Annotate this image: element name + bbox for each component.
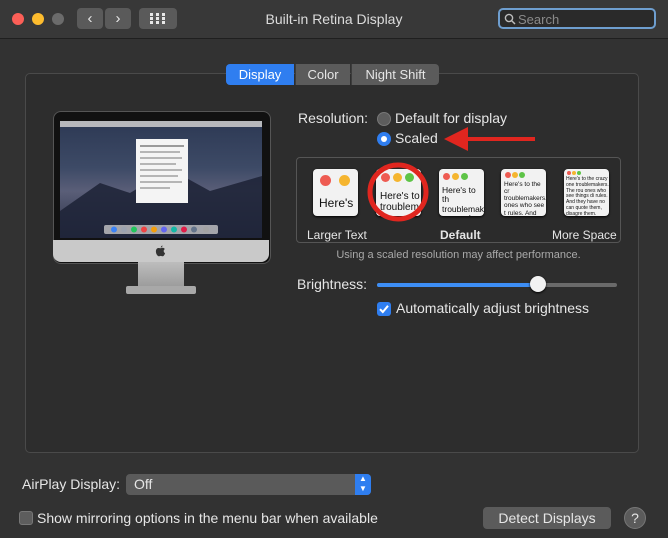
scale-label-more-space: More Space (552, 228, 617, 242)
annotation-arrow-icon (444, 127, 535, 151)
help-button[interactable]: ? (624, 507, 646, 529)
airplay-display-label: AirPlay Display: (22, 476, 121, 492)
up-down-chevron-icon: ▲ ▼ (355, 474, 371, 495)
imac-chin (53, 240, 269, 262)
scale-label-larger-text: Larger Text (307, 228, 367, 242)
auto-brightness-label[interactable]: Automatically adjust brightness (396, 300, 589, 316)
apple-logo-icon (155, 245, 166, 257)
annotation-circle-icon (367, 162, 429, 222)
radio-default-for-display[interactable] (377, 112, 391, 126)
scaled-option-4[interactable]: Here's to the cr troublemakers. ones who… (501, 169, 546, 216)
imac-screen (60, 121, 262, 238)
scaled-option-more-space[interactable]: Here's to the crazy one troublemakers. T… (564, 169, 609, 216)
mirroring-options-checkbox[interactable] (19, 511, 33, 525)
scale-label-default: Default (440, 228, 481, 242)
radio-scaled[interactable] (377, 132, 391, 146)
tab-night-shift[interactable]: Night Shift (351, 64, 439, 85)
desktop-wallpaper (60, 121, 262, 238)
brightness-label: Brightness: (297, 276, 368, 292)
brightness-slider-fill (377, 283, 538, 287)
mirroring-options-label[interactable]: Show mirroring options in the menu bar w… (37, 510, 378, 526)
tab-color[interactable]: Color (295, 64, 350, 85)
imac-stand-base (126, 286, 196, 294)
airplay-display-value: Off (134, 476, 153, 492)
imac-stand (138, 262, 184, 288)
auto-brightness-checkbox[interactable] (377, 302, 391, 316)
scaled-option-larger-text[interactable]: Here's (313, 169, 358, 216)
scaled-option-default[interactable]: Here's to th troublemak ones who se (439, 169, 484, 216)
search-field[interactable]: Search (498, 8, 656, 29)
search-placeholder: Search (518, 12, 560, 27)
brightness-slider-knob[interactable] (529, 276, 546, 292)
resolution-label: Resolution: (298, 110, 369, 126)
airplay-display-select[interactable]: Off ▲ ▼ (126, 474, 371, 495)
checkmark-icon (379, 305, 389, 314)
detect-displays-button[interactable]: Detect Displays (483, 507, 611, 529)
tab-display[interactable]: Display (226, 64, 294, 85)
radio-scaled-label[interactable]: Scaled (395, 130, 438, 146)
scaled-performance-note: Using a scaled resolution may affect per… (336, 249, 581, 261)
search-icon (504, 13, 516, 25)
